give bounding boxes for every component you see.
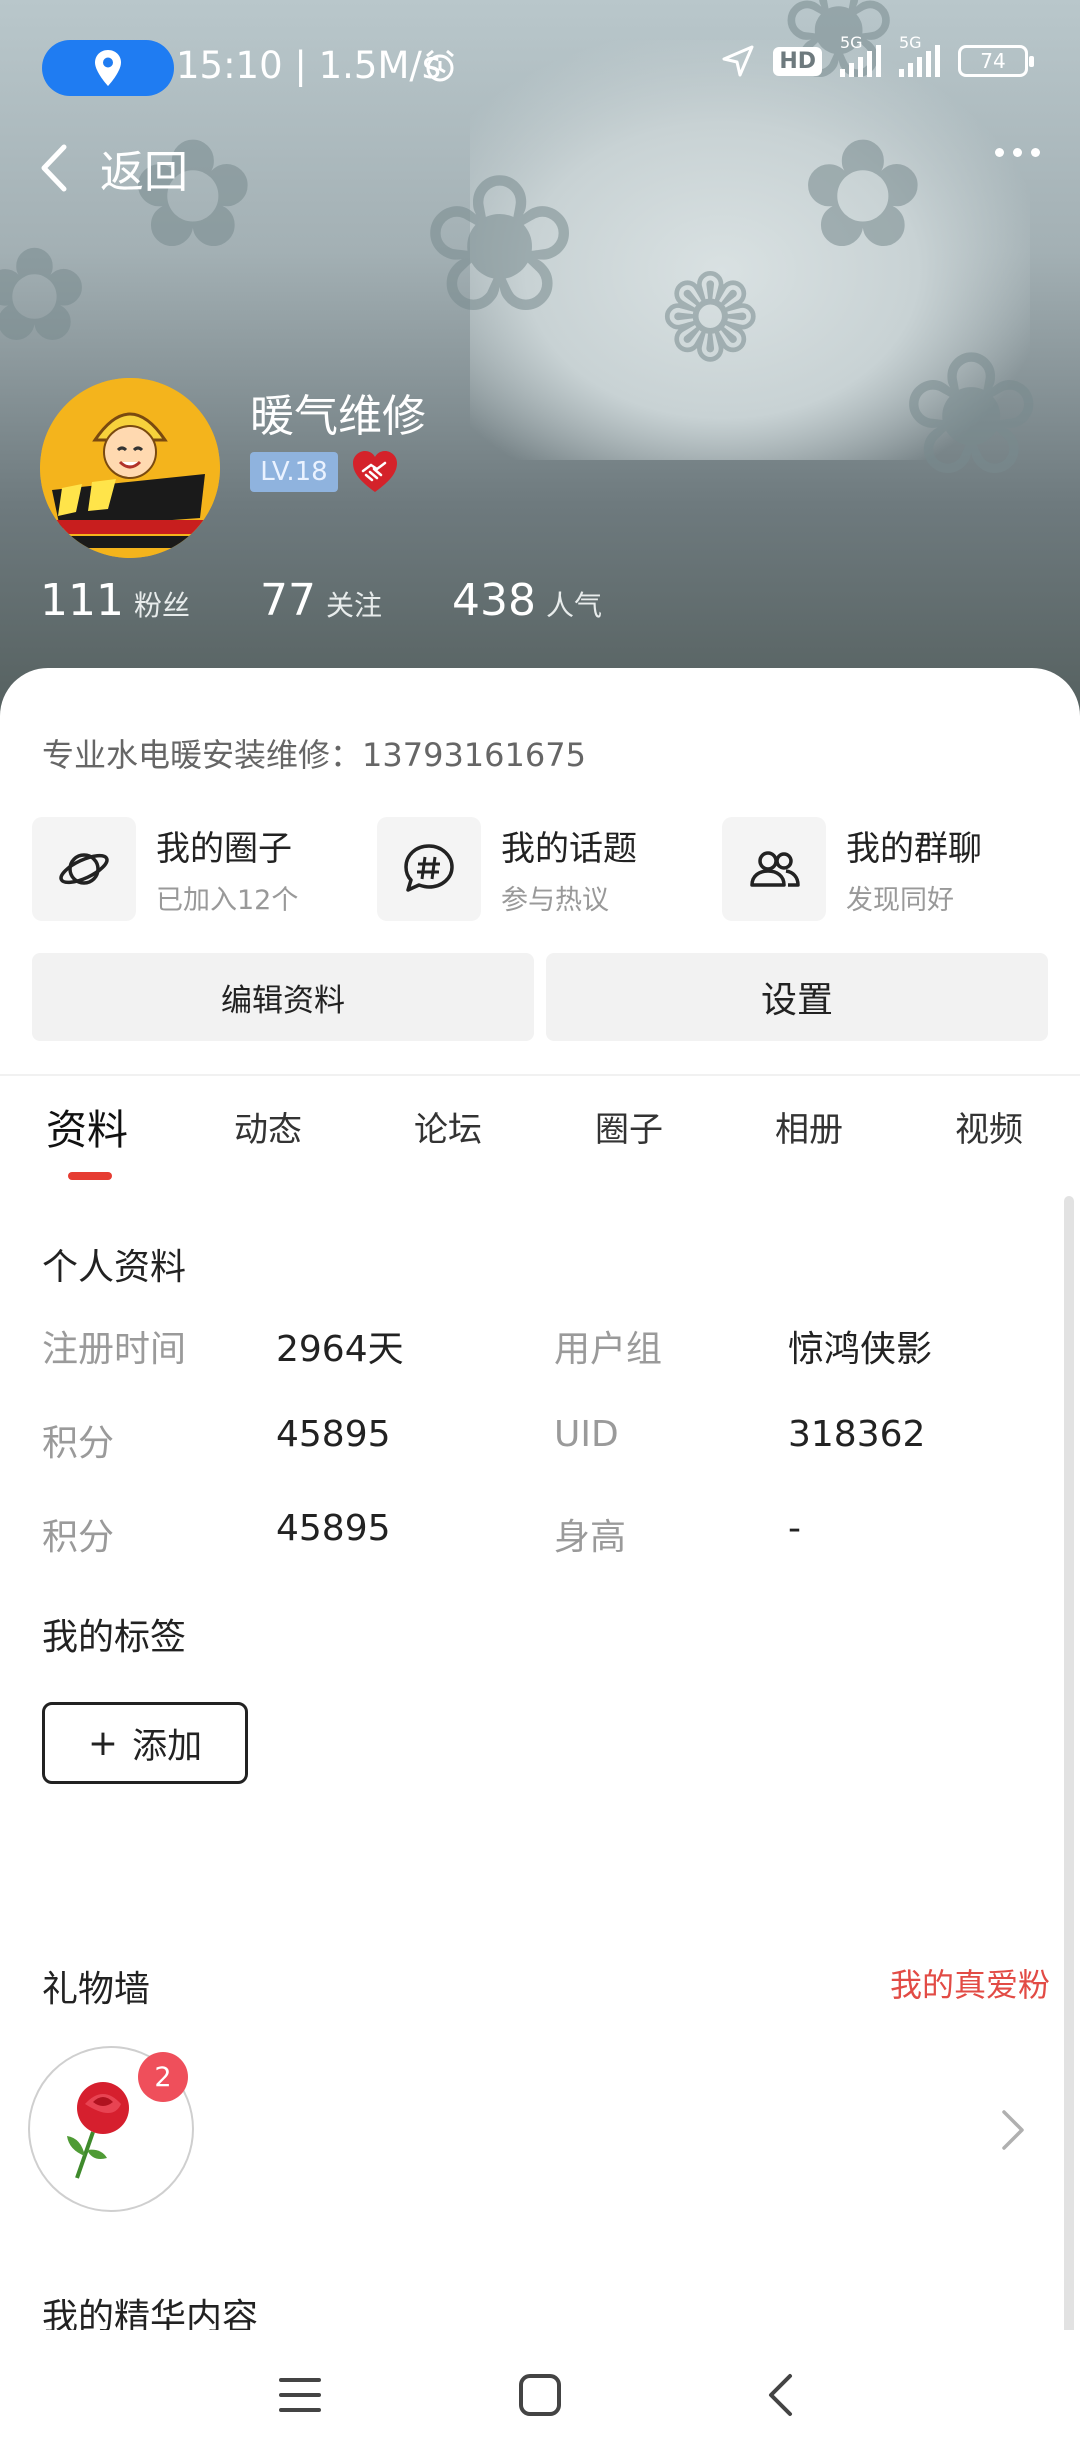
menu-icon (279, 2378, 321, 2412)
menu-button[interactable] (265, 2360, 335, 2430)
shortcut-subtitle: 发现同好 (846, 885, 954, 916)
shortcut-title: 我的圈子 (156, 829, 292, 869)
info-key: 积分 (42, 1423, 115, 1464)
back-label: 返回 (100, 147, 188, 198)
chevron-right-icon[interactable] (1000, 2108, 1026, 2152)
level-badge: LV.18 (250, 452, 338, 492)
stat-popularity[interactable]: 438 人气 (452, 575, 602, 626)
more-dots-icon (995, 148, 1004, 157)
home-button[interactable] (505, 2360, 575, 2430)
location-pin-icon (95, 50, 121, 86)
planet-icon (59, 853, 109, 885)
chevron-left-icon (41, 144, 67, 192)
info-value: 45895 (276, 1414, 391, 1455)
plus-icon: + (87, 1722, 119, 1764)
shortcut-row: 我的圈子 已加入12个 我的话题 参与热议 我的群聊 发现同好 (32, 816, 1052, 922)
home-square-icon (519, 2374, 561, 2416)
profile-content-sheet: 专业水电暖安装维修：13793161675 我的圈子 已加入12个 我的话题 参… (0, 668, 1080, 2460)
divider (0, 1074, 1080, 1076)
tab-album[interactable]: 相册 (775, 1102, 843, 1151)
tab-forum[interactable]: 论坛 (414, 1102, 482, 1151)
stat-label: 关注 (326, 589, 383, 622)
info-key: UID (554, 1414, 619, 1455)
shortcut-title: 我的话题 (501, 829, 637, 869)
system-navigation-bar (0, 2330, 1080, 2460)
info-value: 318362 (788, 1414, 926, 1455)
location-indicator (42, 40, 174, 96)
status-bar: 15:10 | 1.5M/s HD 5G 5G 74 (0, 0, 1080, 135)
section-title-tags: 我的标签 (42, 1617, 187, 1658)
info-value: 2964天 (276, 1329, 404, 1370)
stat-value: 438 (452, 575, 536, 626)
status-time-speed: 15:10 | 1.5M/s (176, 44, 442, 87)
hashtag-icon (404, 844, 454, 892)
tab-video[interactable]: 视频 (955, 1102, 1023, 1151)
my-true-fans-link[interactable]: 我的真爱粉 (890, 1960, 1050, 2006)
shortcut-subtitle: 已加入12个 (156, 885, 299, 916)
shortcut-my-group-chats[interactable]: 我的群聊 发现同好 (722, 816, 1052, 922)
shortcut-subtitle: 参与热议 (501, 885, 609, 916)
info-key: 注册时间 (42, 1329, 187, 1370)
scrollbar[interactable] (1064, 1196, 1074, 2411)
tab-profile[interactable]: 资料 (46, 1096, 128, 1156)
info-value: - (788, 1508, 801, 1549)
shortcut-my-topics[interactable]: 我的话题 参与热议 (377, 816, 707, 922)
signal-icon: 5G (899, 33, 940, 77)
info-key: 积分 (42, 1517, 115, 1558)
gift-count-badge: 2 (138, 2052, 188, 2102)
group-icon (750, 851, 800, 887)
back-button[interactable]: 返回 (36, 136, 188, 200)
stat-following[interactable]: 77 关注 (260, 575, 382, 626)
info-value: 45895 (276, 1508, 391, 1549)
info-key: 用户组 (554, 1329, 663, 1370)
heart-handshake-icon (353, 451, 397, 492)
tab-circles[interactable]: 圈子 (595, 1102, 663, 1151)
shortcut-title: 我的群聊 (846, 829, 982, 869)
avatar[interactable] (40, 378, 220, 558)
battery-icon: 74 (958, 45, 1034, 77)
stat-value: 111 (40, 575, 124, 626)
tab-activity[interactable]: 动态 (234, 1102, 302, 1151)
profile-tabs: 资料 动态 论坛 圈子 相册 视频 (0, 1096, 1080, 1186)
profile-stats: 111 粉丝 77 关注 438 人气 (40, 575, 672, 626)
system-back-button[interactable] (745, 2360, 815, 2430)
stat-label: 粉丝 (133, 589, 190, 622)
alarm-icon (426, 49, 454, 82)
back-triangle-icon (769, 2374, 792, 2416)
more-menu-button[interactable] (995, 148, 1040, 157)
active-tab-indicator (68, 1172, 112, 1180)
section-title-personal: 个人资料 (42, 1247, 187, 1288)
section-title-gifts: 礼物墙 (42, 1969, 151, 2010)
stat-value: 77 (260, 575, 316, 626)
signal-icon: 5G (840, 33, 881, 77)
user-name: 暖气维修 (250, 391, 426, 442)
user-bio: 专业水电暖安装维修：13793161675 (42, 736, 586, 774)
add-tag-label: 添加 (132, 1726, 203, 1767)
hd-indicator: HD (773, 46, 822, 76)
stat-label: 人气 (546, 589, 603, 622)
info-value: 惊鸿侠影 (788, 1329, 933, 1370)
edit-profile-button[interactable]: 编辑资料 (32, 953, 534, 1041)
settings-button[interactable]: 设置 (546, 953, 1048, 1041)
shortcut-my-circles[interactable]: 我的圈子 已加入12个 (32, 816, 362, 922)
stat-fans[interactable]: 111 粉丝 (40, 575, 190, 626)
info-key: 身高 (554, 1517, 627, 1558)
location-arrow-icon (722, 45, 754, 77)
add-tag-button[interactable]: + 添加 (42, 1702, 248, 1784)
